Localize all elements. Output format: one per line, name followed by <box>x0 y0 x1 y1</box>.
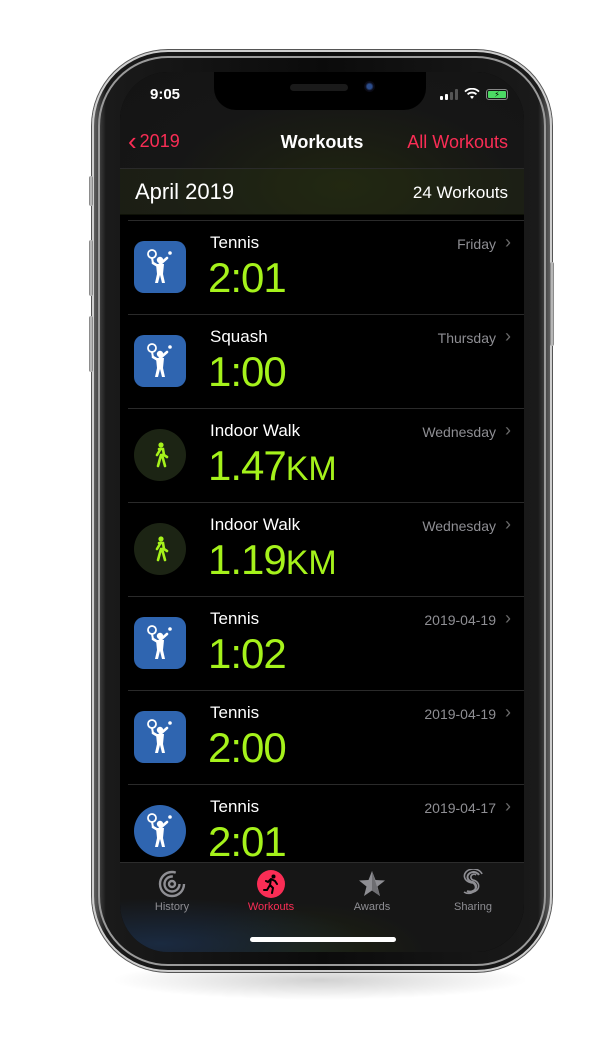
screen: 9:05 ⚡ ‹ 2019 Workouts All Workouts Apri… <box>120 72 524 952</box>
workout-value-number: 1:02 <box>208 630 287 677</box>
workout-date: Wednesday <box>422 518 496 534</box>
workout-value: 1.19KM <box>208 536 337 584</box>
workout-count: 24 Workouts <box>412 183 508 202</box>
tennis-icon <box>147 813 172 847</box>
workout-type-icon <box>134 335 186 387</box>
workout-value: 1.47KM <box>208 442 337 490</box>
workout-value: 1:00 <box>208 348 287 396</box>
workout-value: 2:01 <box>208 254 287 302</box>
tab-history[interactable]: History <box>127 869 217 913</box>
section-header: April 2019 24 Workouts <box>120 168 524 215</box>
battery-icon: ⚡ <box>486 88 508 100</box>
back-button-label: 2019 <box>139 130 180 151</box>
workout-value-number: 1:00 <box>208 348 287 395</box>
workout-row[interactable]: Tennis 2:01 Friday › <box>128 220 524 315</box>
workout-name: Tennis <box>210 609 260 628</box>
tab-label: Workouts <box>247 901 295 913</box>
workout-date: Friday <box>457 236 496 252</box>
chevron-left-icon: ‹ <box>128 126 137 156</box>
wifi-icon <box>464 88 480 99</box>
tennis-icon <box>147 343 172 377</box>
tab-workouts[interactable]: Workouts <box>226 869 316 913</box>
chevron-right-icon: › <box>505 514 511 534</box>
power-button <box>550 262 554 346</box>
tab-awards[interactable]: Awards <box>327 869 417 913</box>
status-icons: ⚡ <box>440 88 508 100</box>
workout-type-icon <box>134 523 186 575</box>
back-button[interactable]: ‹ 2019 <box>128 128 180 154</box>
cellular-signal-icon <box>440 88 458 100</box>
workout-value: 1:02 <box>208 630 287 678</box>
workout-value-unit: KM <box>285 544 337 582</box>
workout-list: Tennis 2:01 Friday › Squash 1:00 Thursda… <box>120 220 524 879</box>
front-camera <box>364 81 375 92</box>
workout-type-icon <box>134 241 186 293</box>
workout-name: Indoor Walk <box>210 421 301 440</box>
battery-charging-icon: ⚡ <box>488 90 506 98</box>
chevron-right-icon: › <box>505 796 511 816</box>
workout-value-unit: KM <box>285 450 337 488</box>
star-award-icon <box>357 869 387 899</box>
workout-value-number: 2:01 <box>208 254 287 301</box>
workout-value-number: 2:00 <box>208 724 287 771</box>
volume-down-button <box>89 316 93 372</box>
workout-row[interactable]: Indoor Walk 1.19KM Wednesday › <box>128 503 524 597</box>
volume-up-button <box>89 240 93 296</box>
tab-label: Awards <box>353 901 391 913</box>
workout-name: Tennis <box>210 797 260 816</box>
tab-sharing[interactable]: Sharing <box>428 869 518 913</box>
tennis-icon <box>147 625 172 659</box>
chevron-right-icon: › <box>505 420 511 440</box>
workout-value: 2:01 <box>208 818 287 866</box>
workout-value-number: 1.19 <box>208 536 287 583</box>
notch <box>214 72 426 110</box>
workout-date: 2019-04-19 <box>424 612 496 628</box>
workout-type-icon <box>134 805 186 857</box>
workout-name: Tennis <box>210 233 260 252</box>
tennis-icon <box>147 249 172 283</box>
workout-date: Thursday <box>437 330 496 346</box>
workout-value-number: 2:01 <box>208 818 287 865</box>
workout-name: Tennis <box>210 703 260 722</box>
chevron-right-icon: › <box>505 608 511 628</box>
workout-type-icon <box>134 711 186 763</box>
sharing-icon <box>458 869 488 899</box>
workout-date: 2019-04-19 <box>424 706 496 722</box>
status-time: 9:05 <box>150 86 181 103</box>
workout-row[interactable]: Tennis 1:02 2019-04-19 › <box>128 597 524 691</box>
workout-date: Wednesday <box>422 424 496 440</box>
workout-value-number: 1.47 <box>208 442 287 489</box>
workout-row[interactable]: Squash 1:00 Thursday › <box>128 315 524 409</box>
walk-icon <box>155 536 169 562</box>
mute-switch <box>89 176 93 206</box>
walk-icon <box>155 442 169 468</box>
tab-label: History <box>154 901 190 913</box>
workout-value: 2:00 <box>208 724 287 772</box>
speaker <box>290 84 348 91</box>
workout-row[interactable]: Tennis 2:00 2019-04-19 › <box>128 691 524 785</box>
workout-row[interactable]: Indoor Walk 1.47KM Wednesday › <box>128 409 524 503</box>
workout-date: 2019-04-17 <box>424 800 496 816</box>
navigation-bar: ‹ 2019 Workouts All Workouts <box>120 128 524 158</box>
tab-label: Sharing <box>454 901 492 913</box>
tennis-icon <box>147 719 172 753</box>
running-figure-icon <box>256 869 286 899</box>
chevron-right-icon: › <box>505 326 511 346</box>
all-workouts-button[interactable]: All Workouts <box>407 132 508 153</box>
chevron-right-icon: › <box>505 702 511 722</box>
workout-name: Indoor Walk <box>210 515 301 534</box>
workout-type-icon <box>134 617 186 669</box>
history-rings-icon <box>157 869 187 899</box>
section-title: April 2019 <box>135 179 235 204</box>
workout-name: Squash <box>210 327 268 346</box>
workout-type-icon <box>134 429 186 481</box>
home-indicator[interactable] <box>250 937 396 942</box>
chevron-right-icon: › <box>505 232 511 252</box>
